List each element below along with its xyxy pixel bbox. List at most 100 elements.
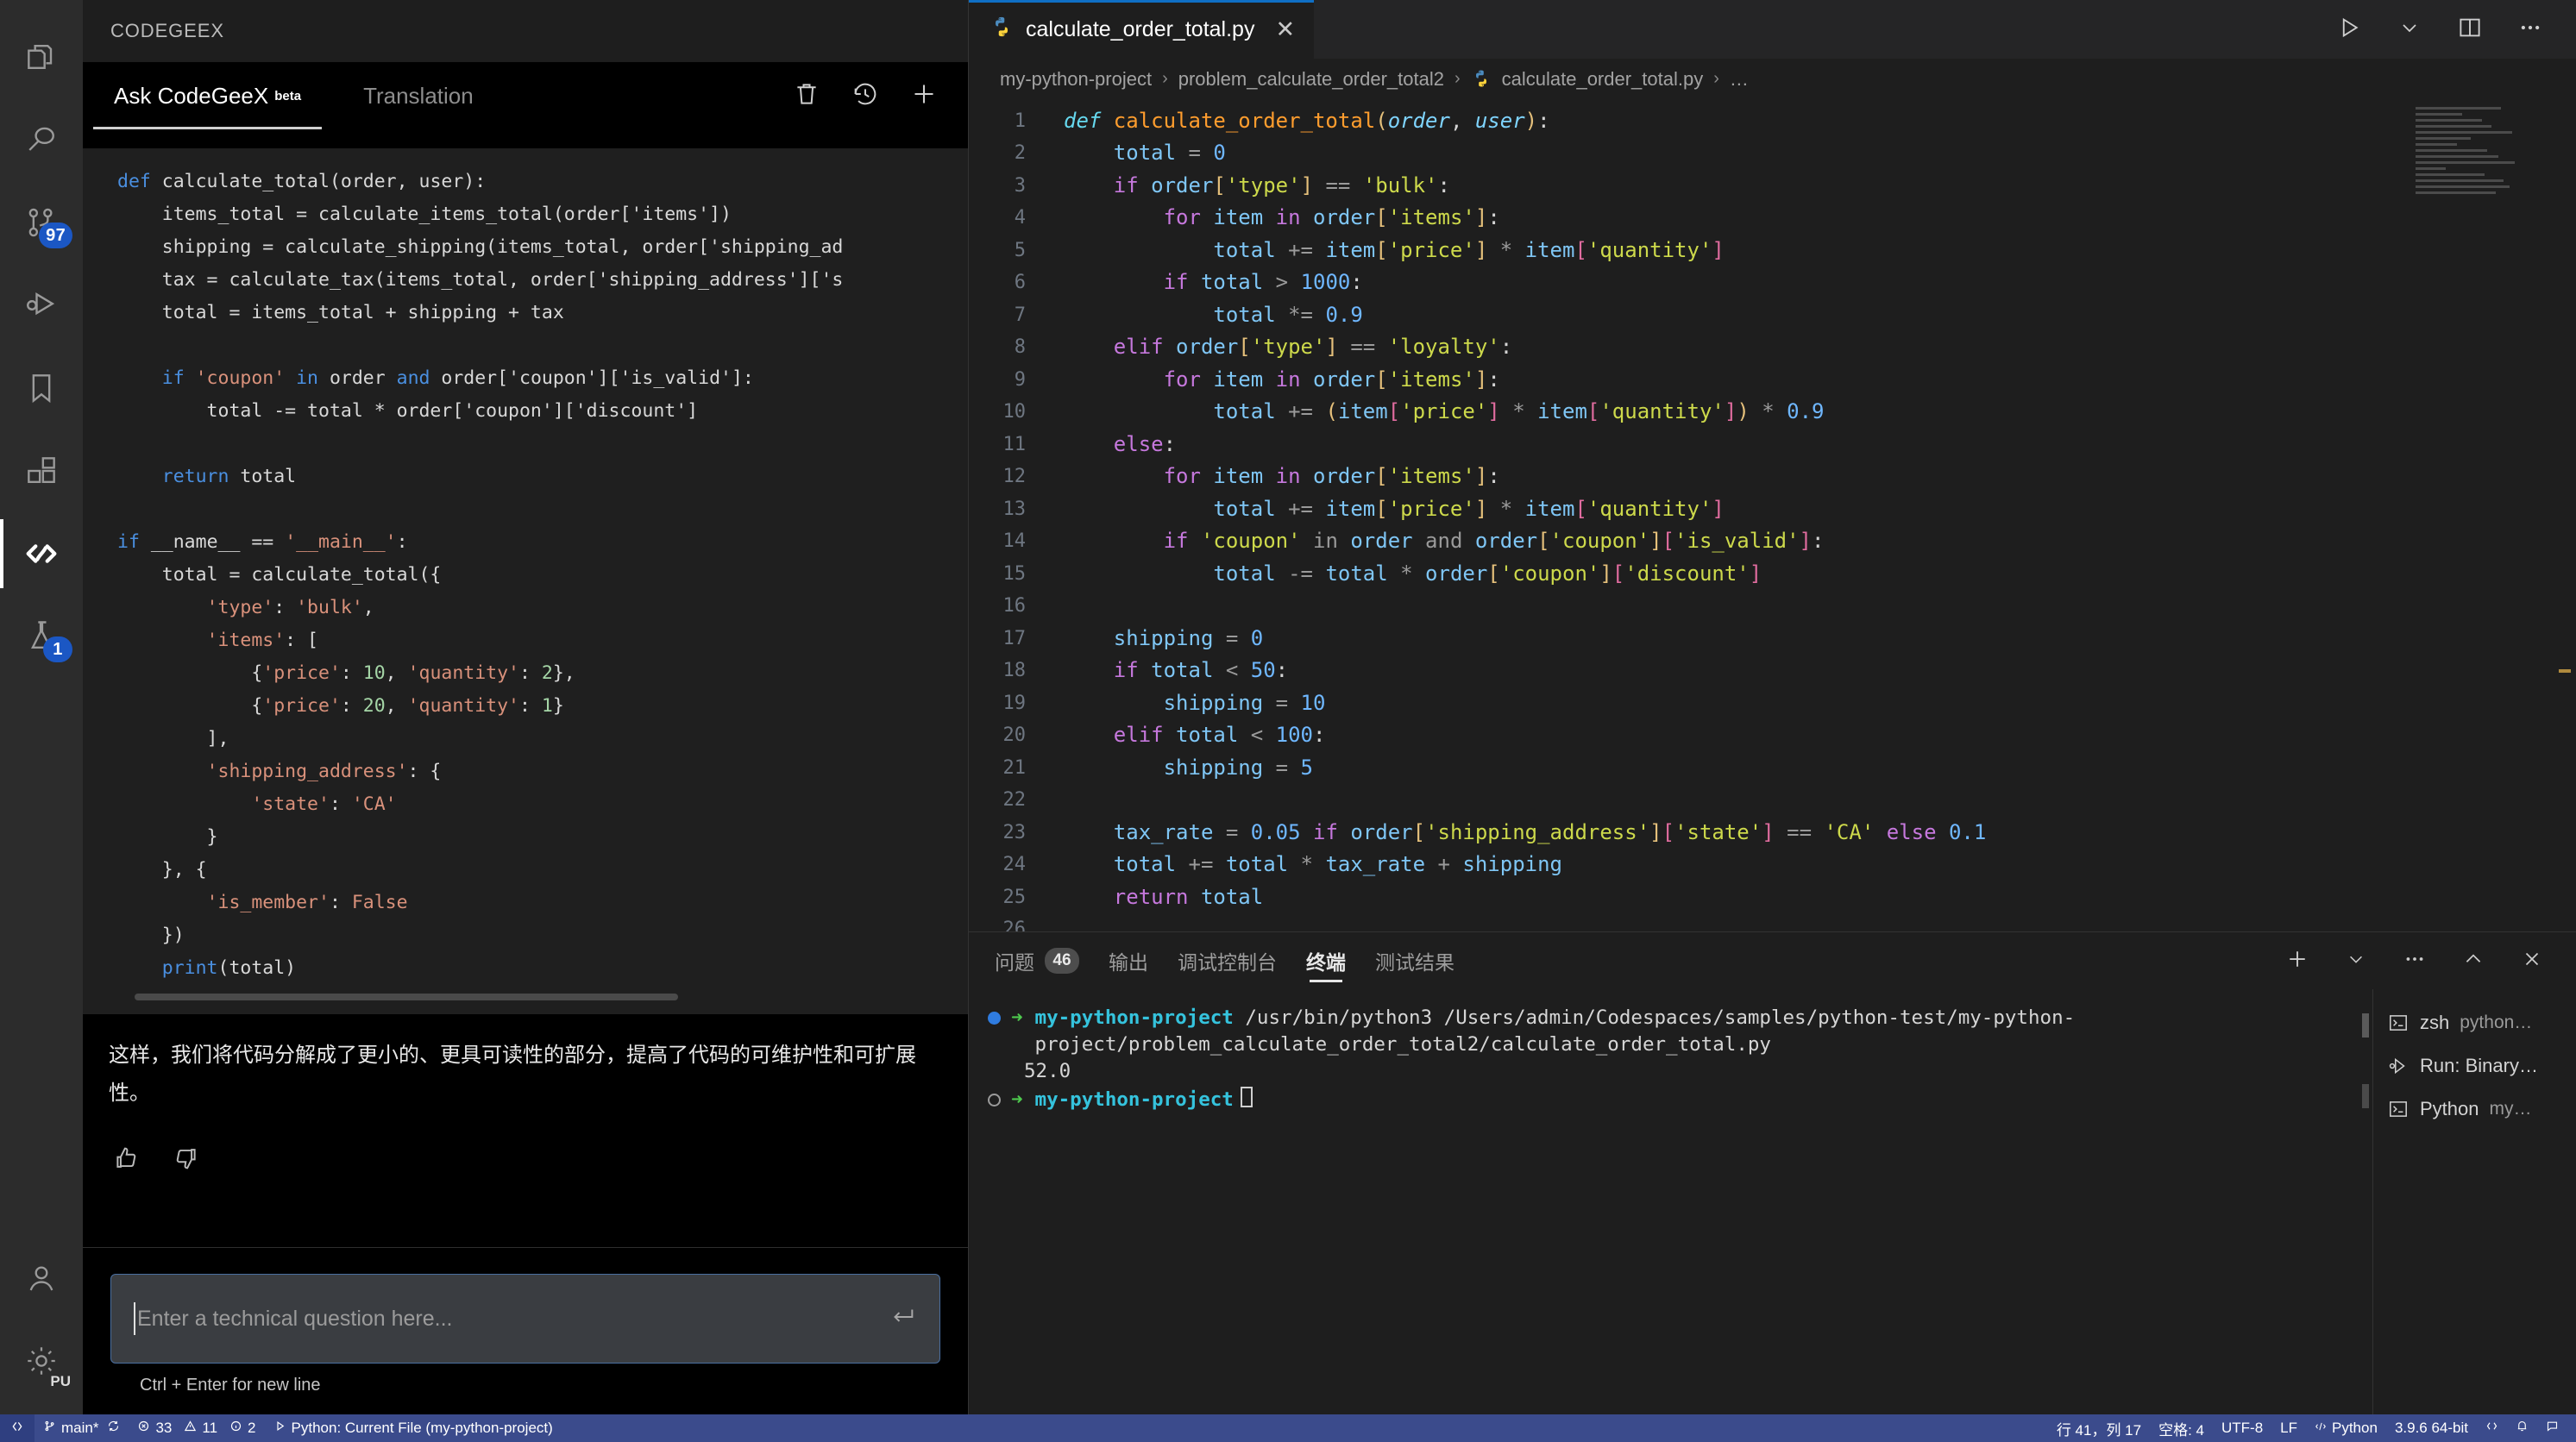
status-cursor-position[interactable]: 行 41，列 17 (2048, 1414, 2150, 1442)
panel-tab-problems[interactable]: 问题 46 (995, 932, 1079, 989)
terminal-line: ➜ my-python-project (988, 1087, 2353, 1113)
activity-item-codegeex[interactable] (0, 512, 83, 595)
split-editor-button[interactable] (2447, 6, 2493, 53)
activity-item-extensions[interactable] (0, 429, 83, 512)
enter-return-icon[interactable] (888, 1302, 917, 1336)
question-input[interactable]: Enter a technical question here... (110, 1274, 940, 1364)
more-actions-button[interactable] (2507, 6, 2554, 53)
code-token: 'price' (1400, 399, 1488, 424)
code-token: { (117, 695, 263, 717)
code-editor[interactable]: 1 2 3 4 5 6 7 8 9 10 11 12 13 14 15 16 17 18 19 20 21 22 23 24 2… (969, 99, 2576, 931)
terminal-scrollbar-secondary[interactable] (2362, 1084, 2369, 1108)
status-prettier[interactable] (2477, 1414, 2507, 1442)
terminal-list-item-zsh[interactable]: zsh python… (2373, 1001, 2576, 1044)
assistant-code: def calculate_total(order, user): items_… (83, 166, 968, 985)
code-token: item (1213, 367, 1276, 392)
maximize-panel-button[interactable] (2450, 937, 2497, 984)
status-problems[interactable]: 33 11 2 (129, 1414, 264, 1442)
code-token: : (1487, 464, 1500, 489)
activity-item-bookmarks[interactable] (0, 347, 83, 429)
code-token: 'price' (1387, 496, 1475, 521)
code-token: 0 (1250, 625, 1264, 650)
new-conversation-button[interactable] (899, 71, 949, 121)
code-token: 10 (1300, 690, 1326, 715)
code-token: [ (1412, 819, 1426, 844)
thumbs-up-icon[interactable] (112, 1144, 141, 1177)
prettier-icon (2485, 1420, 2498, 1437)
breadcrumb-item-2[interactable]: calculate_order_total.py (1502, 68, 1704, 91)
breadcrumb-item-3[interactable]: … (1730, 68, 1749, 91)
minimap[interactable] (2416, 106, 2554, 228)
activity-item-settings[interactable]: PU (0, 1320, 83, 1402)
close-panel-button[interactable] (2509, 937, 2555, 984)
terminal-list-item-run-binary[interactable]: Run: Binary… (2373, 1044, 2576, 1088)
panel-tab-output[interactable]: 输出 (1109, 932, 1148, 989)
status-remote-indicator[interactable] (0, 1414, 35, 1442)
code-token: calculate_total(order, user): (161, 171, 487, 192)
terminal-cursor (1240, 1087, 1253, 1107)
status-feedback[interactable] (2537, 1414, 2567, 1442)
code-token: 'quantity' (407, 695, 520, 717)
code-token: def (117, 171, 162, 192)
conversation-scroll[interactable]: def calculate_total(order, user): items_… (83, 129, 968, 1247)
activity-item-explorer[interactable] (0, 16, 83, 98)
status-branch[interactable]: main* (35, 1414, 129, 1442)
activity-item-accounts[interactable] (0, 1237, 83, 1320)
activity-item-search[interactable] (0, 98, 83, 181)
code-token: order (329, 367, 397, 389)
new-terminal-button[interactable] (2274, 937, 2321, 984)
tab-ask-codegeex[interactable]: Ask CodeGeeX beta (83, 62, 332, 129)
activity-item-source-control[interactable]: 97 (0, 181, 83, 264)
code-token: ] (1474, 205, 1488, 230)
panel-tab-terminal[interactable]: 终端 (1306, 932, 1346, 989)
editor-tab-calculate-order-total[interactable]: calculate_order_total.py ✕ (969, 0, 1315, 60)
run-options-button[interactable] (2386, 6, 2433, 53)
editor-code[interactable]: def calculate_order_total(order, user): … (1041, 100, 2576, 931)
code-token: 100 (1275, 723, 1314, 748)
thumbs-down-icon[interactable] (171, 1144, 200, 1177)
breadcrumb-item-1[interactable]: problem_calculate_order_total2 (1178, 68, 1444, 91)
close-icon[interactable]: ✕ (1275, 16, 1295, 43)
activity-item-testing[interactable]: 1 (0, 595, 83, 678)
panel-more-actions-button[interactable] (2391, 937, 2438, 984)
code-token: += (1275, 399, 1326, 424)
code-token: else (1886, 819, 1949, 844)
error-icon (137, 1420, 150, 1437)
activity-item-run-and-debug[interactable] (0, 264, 83, 347)
run-python-file-button[interactable] (2326, 6, 2372, 53)
code-token: 0.9 (1787, 399, 1825, 424)
code-token: return (1113, 884, 1201, 909)
tab-translation[interactable]: Translation (332, 62, 505, 129)
code-token: total (1176, 723, 1239, 748)
delete-conversation-button[interactable] (782, 71, 832, 121)
status-eol[interactable]: LF (2271, 1414, 2306, 1442)
panel-tab-test-results[interactable]: 测试结果 (1375, 932, 1454, 989)
status-encoding[interactable]: UTF-8 (2213, 1414, 2271, 1442)
code-horizontal-scrollbar[interactable] (135, 994, 933, 1004)
breadcrumb-item-0[interactable]: my-python-project (1000, 68, 1152, 91)
terminal-list-item-python[interactable]: Python my… (2373, 1088, 2576, 1131)
status-notifications[interactable] (2507, 1414, 2537, 1442)
history-button[interactable] (840, 71, 890, 121)
code-token: 'is_valid' (1674, 529, 1800, 554)
code-token: tax_rate (1113, 819, 1214, 844)
panel-tab-debug-console[interactable]: 调试控制台 (1178, 932, 1277, 989)
history-icon (851, 79, 880, 113)
panel-tab-problems-label: 问题 (995, 951, 1034, 974)
status-indentation[interactable]: 空格: 4 (2150, 1414, 2213, 1442)
status-python-interpreter[interactable]: 3.9.6 64-bit (2386, 1414, 2477, 1442)
terminal-profiles-button[interactable] (2333, 937, 2379, 984)
status-run-config[interactable]: Python: Current File (my-python-project) (265, 1414, 562, 1442)
terminal-view[interactable]: ➜ my-python-project /usr/bin/python3 /Us… (969, 989, 2372, 1414)
code-token: { (117, 662, 263, 684)
code-token: : (519, 662, 542, 684)
terminal-scrollbar[interactable] (2362, 1013, 2369, 1038)
command-success-icon (988, 1012, 1001, 1025)
code-token: [ (1238, 335, 1251, 360)
code-token: total (1225, 852, 1289, 877)
status-language-mode[interactable]: Python (2306, 1414, 2386, 1442)
code-token: = (1176, 141, 1214, 166)
status-bar-left: main* 33 11 2 Python: Current File (my-p… (0, 1414, 562, 1442)
